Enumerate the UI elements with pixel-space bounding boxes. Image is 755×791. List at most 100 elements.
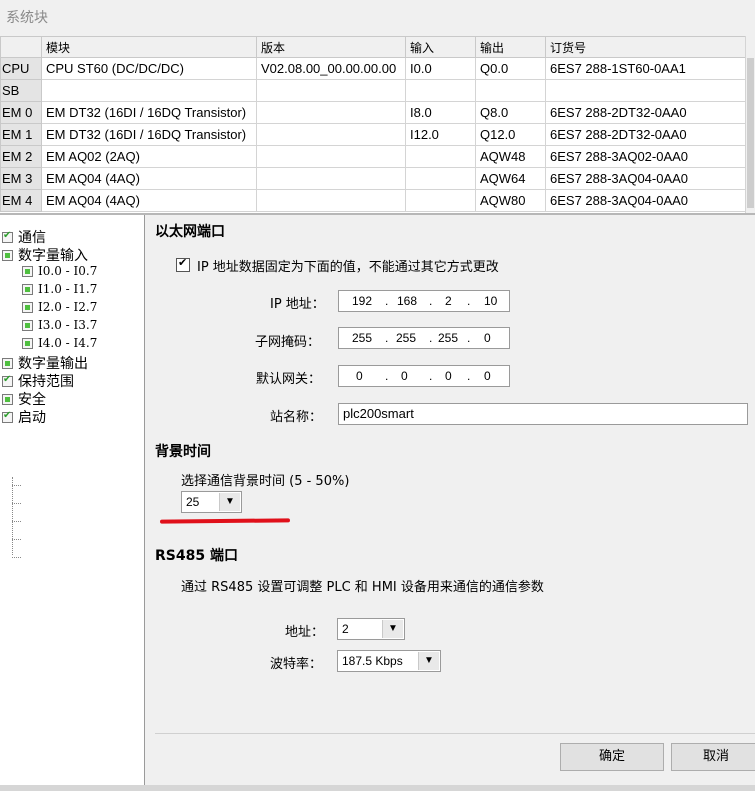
cell-version[interactable] (256, 123, 406, 146)
tree-item-di-range[interactable]: I2.0 - I2.7 (22, 300, 97, 314)
col-header-module: 模块 (41, 36, 257, 58)
cell-output[interactable]: AQW80 (475, 189, 546, 212)
cell-input[interactable]: I0.0 (405, 57, 476, 80)
cell-output[interactable]: Q12.0 (475, 123, 546, 146)
cell-output[interactable] (475, 79, 546, 102)
cell-module[interactable]: EM AQ04 (4AQ) (41, 167, 257, 190)
table-row[interactable]: SB (0, 79, 745, 102)
cell-order[interactable]: 6ES7 288-3AQ02-0AA0 (545, 145, 745, 168)
tree-item-retain[interactable]: 保持范围 (2, 371, 74, 391)
checked-icon (2, 230, 13, 243)
cell-version[interactable] (256, 145, 406, 168)
cell-version[interactable] (256, 101, 406, 124)
cell-input[interactable]: I8.0 (405, 101, 476, 124)
table-row[interactable]: CPU CPU ST60 (DC/DC/DC) V02.08.00_00.00.00… (0, 57, 745, 80)
cell-module[interactable] (41, 79, 257, 102)
chevron-down-icon[interactable]: ▼ (219, 493, 240, 511)
station-name-field[interactable]: plc200smart (338, 403, 748, 425)
col-header-version: 版本 (256, 36, 406, 58)
tree-item-security[interactable]: 安全 (2, 389, 46, 409)
address-select[interactable]: 2 ▼ (337, 618, 405, 640)
tree-item-digital-input[interactable]: 数字量输入 (2, 245, 88, 265)
fixed-ip-checkbox[interactable] (176, 256, 190, 272)
partial-check-icon (22, 283, 33, 295)
cell-slot[interactable]: EM 3 (0, 167, 42, 190)
tree-item-di-range[interactable]: I1.0 - I1.7 (22, 282, 97, 296)
mask-label: 子网掩码： (255, 335, 321, 350)
ok-button[interactable]: 确定 (560, 743, 664, 771)
module-table-header: 模块 版本 输入 输出 订货号 (0, 36, 745, 58)
cell-input[interactable] (405, 189, 476, 212)
gateway-field[interactable]: 0 . 0 . 0 . 0 (338, 365, 510, 387)
partial-check-icon (22, 319, 33, 331)
background-time-heading: 背景时间 (155, 444, 211, 460)
cell-output[interactable]: Q0.0 (475, 57, 546, 80)
cell-order[interactable]: 6ES7 288-2DT32-0AA0 (545, 101, 745, 124)
bottom-tab-strip (0, 785, 755, 791)
cell-order[interactable]: 6ES7 288-2DT32-0AA0 (545, 123, 745, 146)
cell-module[interactable]: CPU ST60 (DC/DC/DC) (41, 57, 257, 80)
tree-label: I3.0 - I3.7 (38, 318, 98, 332)
tree-item-startup[interactable]: 启动 (2, 407, 46, 427)
tree-item-di-range[interactable]: I3.0 - I3.7 (22, 318, 97, 332)
cancel-button[interactable]: 取消 (671, 743, 755, 771)
cell-version[interactable] (256, 189, 406, 212)
module-table-scrollbar[interactable] (745, 36, 755, 214)
chevron-down-icon[interactable]: ▼ (382, 620, 403, 638)
cell-module[interactable]: EM AQ02 (2AQ) (41, 145, 257, 168)
partial-check-icon (2, 249, 13, 261)
cell-slot[interactable]: EM 2 (0, 145, 42, 168)
cell-order[interactable]: 6ES7 288-1ST60-0AA1 (545, 57, 745, 80)
cell-input[interactable] (405, 167, 476, 190)
cell-input[interactable] (405, 79, 476, 102)
tree-item-di-range[interactable]: I4.0 - I4.7 (22, 336, 97, 350)
cell-module[interactable]: EM DT32 (16DI / 16DQ Transistor) (41, 101, 257, 124)
gateway-label: 默认网关： (256, 372, 322, 387)
gateway-octet: 0 (401, 369, 408, 383)
cell-module[interactable]: EM AQ04 (4AQ) (41, 189, 257, 212)
checked-icon (2, 410, 13, 423)
table-row[interactable]: EM 0 EM DT32 (16DI / 16DQ Transistor) I8.0… (0, 101, 745, 124)
cell-version[interactable] (256, 79, 406, 102)
cell-slot[interactable]: EM 4 (0, 189, 42, 212)
ip-octet: 168 (397, 294, 418, 308)
table-row[interactable]: EM 3 EM AQ04 (4AQ) AQW64 6ES7 288-3AQ04-0AA… (0, 167, 745, 190)
table-row[interactable]: EM 2 EM AQ02 (2AQ) AQW48 6ES7 288-3AQ02-0AA… (0, 145, 745, 168)
chevron-down-icon[interactable]: ▼ (418, 652, 439, 670)
tree-label: 安全 (18, 392, 46, 408)
cell-version[interactable] (256, 167, 406, 190)
cell-slot[interactable]: EM 1 (0, 123, 42, 146)
cell-order[interactable] (545, 79, 745, 102)
tree-item-digital-output[interactable]: 数字量输出 (2, 353, 88, 373)
tree-item-comm[interactable]: 通信 (2, 227, 46, 247)
cell-version[interactable]: V02.08.00_00.00.00.00 (256, 57, 406, 80)
cell-slot[interactable]: CPU (0, 57, 42, 80)
table-row[interactable]: EM 4 EM AQ04 (4AQ) AQW80 6ES7 288-3AQ04-0AA… (0, 189, 745, 212)
tree-label: I0.0 - I0.7 (38, 264, 98, 278)
tree-connector (12, 521, 21, 522)
ip-label: IP 地址： (270, 297, 325, 312)
scrollbar-thumb[interactable] (747, 58, 754, 208)
tree-connector (12, 503, 21, 504)
table-row[interactable]: EM 1 EM DT32 (16DI / 16DQ Transistor) I12.… (0, 123, 745, 146)
cell-module[interactable]: EM DT32 (16DI / 16DQ Transistor) (41, 123, 257, 146)
cell-slot[interactable]: EM 0 (0, 101, 42, 124)
tree-item-di-range[interactable]: I0.0 - I0.7 (22, 264, 97, 278)
cell-order[interactable]: 6ES7 288-3AQ04-0AA0 (545, 189, 745, 212)
cell-output[interactable]: AQW48 (475, 145, 546, 168)
cell-input[interactable]: I12.0 (405, 123, 476, 146)
mask-octet: 0 (484, 331, 491, 345)
cell-order[interactable]: 6ES7 288-3AQ04-0AA0 (545, 167, 745, 190)
cell-slot[interactable]: SB (0, 79, 42, 102)
baud-rate-select[interactable]: 187.5 Kbps ▼ (337, 650, 441, 672)
selected-value: 2 (342, 622, 349, 636)
selected-value: 25 (186, 495, 200, 509)
cell-input[interactable] (405, 145, 476, 168)
cell-output[interactable]: Q8.0 (475, 101, 546, 124)
background-time-select[interactable]: 25 ▼ (181, 491, 242, 513)
col-header-order: 订货号 (545, 36, 745, 58)
ip-octet: 192 (352, 294, 373, 308)
cell-output[interactable]: AQW64 (475, 167, 546, 190)
ip-address-field[interactable]: 192 . 168 . 2 . 10 (338, 290, 510, 312)
subnet-mask-field[interactable]: 255 . 255 . 255 . 0 (338, 327, 510, 349)
